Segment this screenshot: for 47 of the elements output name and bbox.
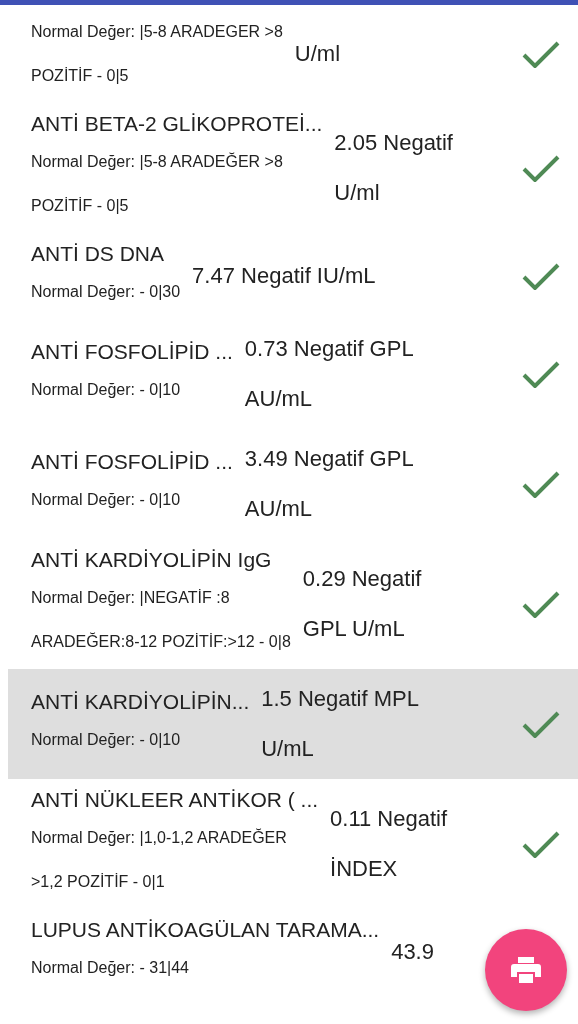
- result-row[interactable]: ANTİ FOSFOLİPİD ... Normal Değer: - 0|10 3.49 Negatif GPL AU/mL: [0, 429, 578, 539]
- test-name: ANTİ KARDİYOLİPİN IgG: [31, 547, 273, 573]
- result-value: AU/mL: [244, 385, 314, 413]
- normal-range: Normal Değer: |5-8 ARADEĞER >8: [31, 151, 284, 172]
- result-value: U/mL: [261, 735, 315, 763]
- test-name: ANTİ FOSFOLİPİD ...: [31, 449, 233, 475]
- result-row[interactable]: Normal Değer: |5-8 ARADEGER >8 POZİTİF - 0|5 U/ml: [0, 5, 578, 103]
- test-name: ANTİ FOSFOLİPİD ...: [31, 339, 233, 365]
- test-name: ANTİ NÜKLEER ANTİKOR ( ...: [31, 787, 319, 813]
- result-value: 0.11 Negatif: [330, 805, 449, 833]
- normal-range: >1,2 POZİTİF - 0|1: [31, 872, 166, 892]
- normal-range: Normal Değer: - 0|30: [31, 282, 181, 302]
- result-row[interactable]: ANTİ KARDİYOLİPİN... Normal Değer: - 0|10 1.5 Negatif MPL U/mL: [8, 669, 578, 779]
- result-value: AU/mL: [244, 495, 314, 523]
- result-value: 43.9: [391, 938, 435, 966]
- result-value: U/ml: [294, 40, 342, 68]
- result-row[interactable]: ANTİ FOSFOLİPİD ... Normal Değer: - 0|10 0.73 Negatif GPL AU/mL: [0, 319, 578, 429]
- result-value: 3.49 Negatif GPL: [244, 445, 415, 473]
- result-row[interactable]: LUPUS ANTİKOAGÜLAN TARAMA... Normal Değer: - 31|44 43.9: [0, 909, 578, 995]
- result-value: U/ml: [334, 179, 381, 207]
- normal-range: POZİTİF - 0|5: [31, 66, 130, 86]
- normal-range: Normal Değer: |5-8 ARADEGER >8: [31, 22, 283, 42]
- result-row[interactable]: ANTİ BETA-2 GLİKOPROTEİ... Normal Değer: |5-8 ARADEĞER >8 POZİTİF - 0|5 2.05 Negatif U/ml: [0, 103, 578, 233]
- print-button[interactable]: [485, 929, 567, 1011]
- result-value: 2.05 Negatif: [334, 129, 454, 157]
- test-name: ANTİ DS DNA: [31, 241, 165, 267]
- normal-range: Normal Değer: |1,0-1,2 ARADEĞER: [31, 827, 288, 848]
- result-value: 0.29 Negatif: [302, 565, 423, 593]
- normal-range: Normal Değer: - 0|10: [31, 380, 182, 400]
- test-name: LUPUS ANTİKOAGÜLAN TARAMA...: [31, 917, 380, 943]
- normal-range: Normal Değer: - 0|10: [31, 730, 182, 750]
- result-row[interactable]: ANTİ NÜKLEER ANTİKOR ( ... Normal Değer: |1,0-1,2 ARADEĞER >1,2 POZİTİF - 0|1 0.11 Negatif İNDEX: [0, 779, 578, 909]
- normal-range: Normal Değer: - 0|10: [31, 490, 182, 510]
- result-value: 1.5 Negatif MPL: [261, 685, 420, 713]
- normal-range: POZİTİF - 0|5: [31, 196, 130, 216]
- result-row[interactable]: ANTİ KARDİYOLİPİN IgG Normal Değer: |NEGATİF :8 ARADEĞER:8-12 POZİTİF:>12 - 0|8 0.29 Negatif GPL U/mL: [0, 539, 578, 669]
- normal-range: ARADEĞER:8-12 POZİTİF:>12 - 0|8: [31, 631, 291, 652]
- result-value: GPL U/mL: [302, 615, 406, 643]
- result-row[interactable]: ANTİ DS DNA Normal Değer: - 0|30 7.47 Negatif IU/mL: [0, 233, 578, 319]
- result-value: 0.73 Negatif GPL: [244, 335, 415, 363]
- test-name: ANTİ BETA-2 GLİKOPROTEİ...: [31, 111, 323, 137]
- result-value: 7.47 Negatif IU/mL: [192, 262, 377, 290]
- normal-range: Normal Değer: |NEGATİF :8: [31, 588, 231, 608]
- test-name: ANTİ KARDİYOLİPİN...: [31, 689, 250, 715]
- normal-range: Normal Değer: - 31|44: [31, 958, 190, 978]
- printer-icon: [511, 957, 541, 983]
- result-value: İNDEX: [330, 855, 399, 883]
